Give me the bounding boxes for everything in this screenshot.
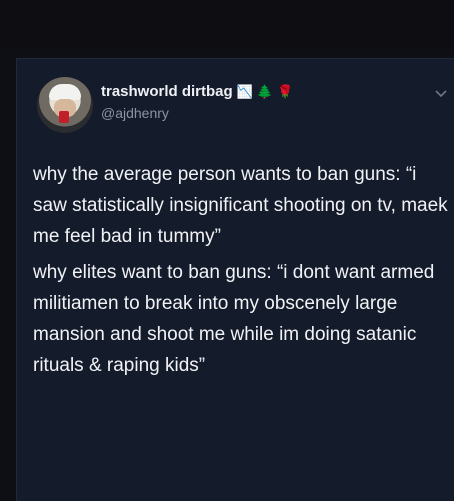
- rose-emoji-icon: 🌹: [277, 84, 294, 99]
- chevron-down-icon[interactable]: [435, 85, 447, 101]
- user-handle[interactable]: @ajdhenry: [101, 105, 169, 121]
- display-name[interactable]: trashworld dirtbag: [101, 83, 233, 100]
- tweet-paragraph: why the average person wants to ban guns…: [33, 164, 448, 247]
- soda-can-shape: [59, 111, 69, 123]
- tweet-card: trashworld dirtbag 📉 🌲 🌹 @ajdhenry why t…: [16, 58, 454, 501]
- tree-emoji-icon: 🌲: [256, 84, 274, 99]
- top-bar: [0, 0, 454, 50]
- avatar[interactable]: [37, 77, 93, 133]
- hat-shape: [49, 84, 81, 100]
- tweet-text: why the average person wants to ban guns…: [33, 159, 451, 386]
- tweet-paragraph: why elites want to ban guns: “i dont wan…: [33, 262, 435, 376]
- chart-down-emoji-icon: 📉: [236, 84, 253, 99]
- name-row: trashworld dirtbag 📉 🌲 🌹: [101, 83, 293, 100]
